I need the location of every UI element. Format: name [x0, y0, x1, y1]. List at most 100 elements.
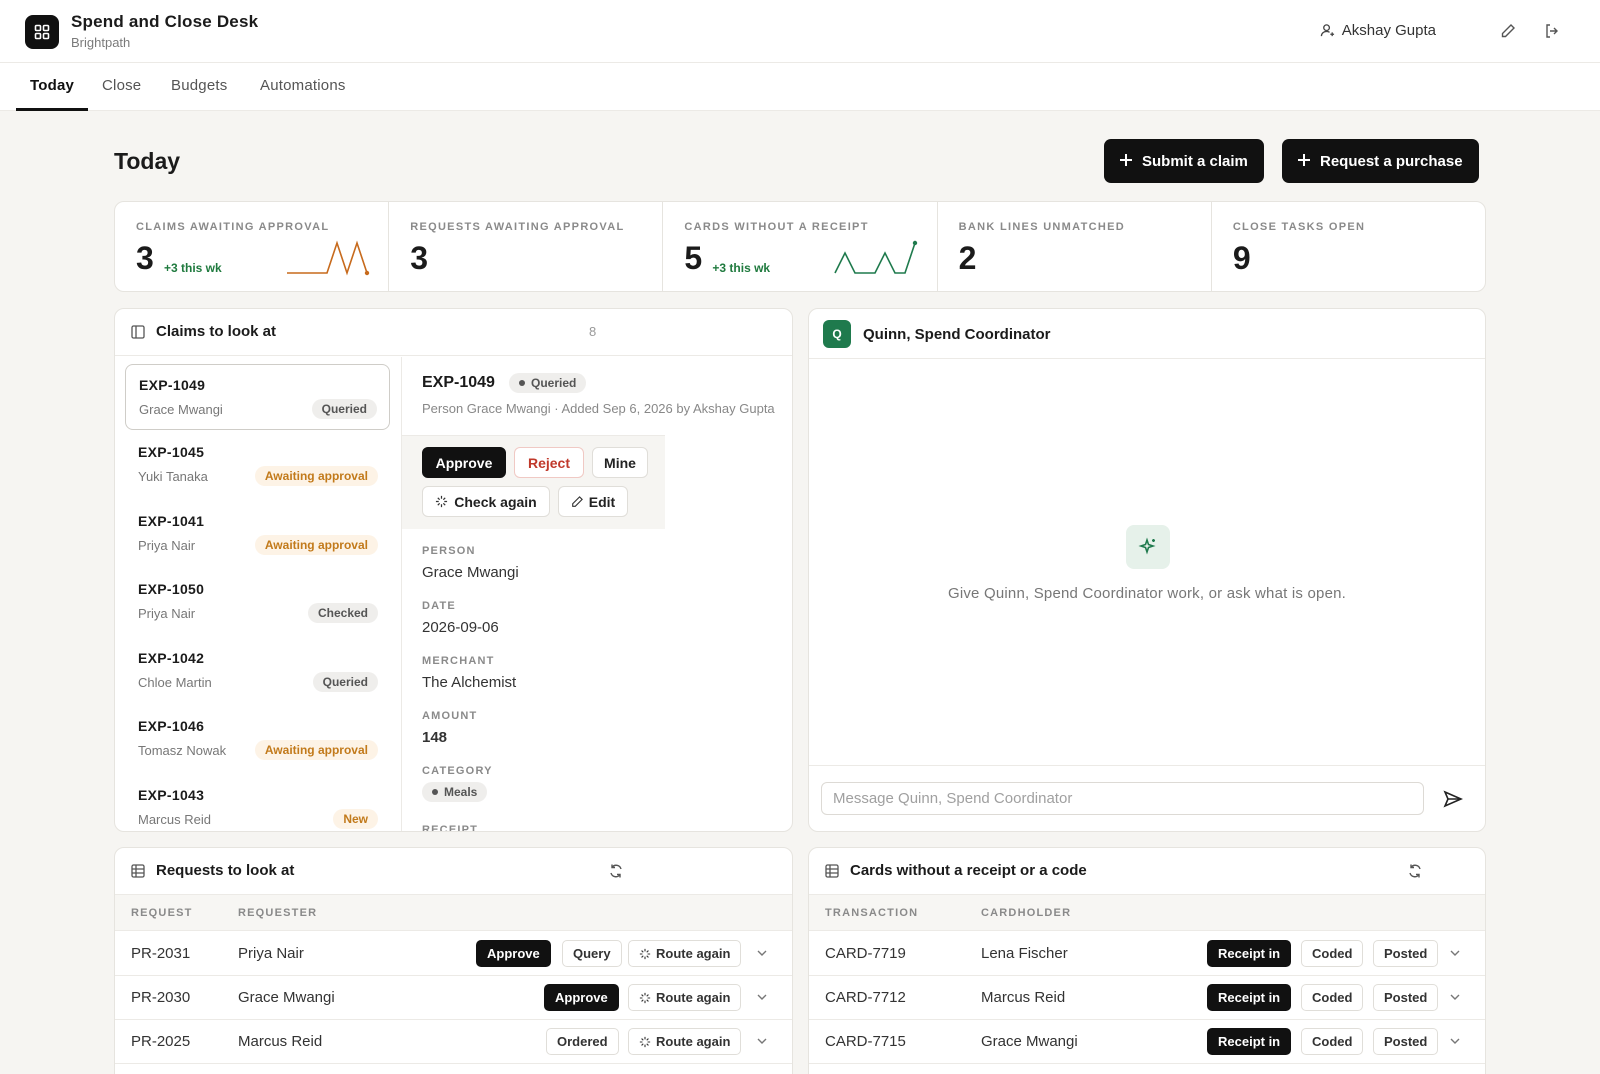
receipt-in-button[interactable]: Receipt in [1207, 1028, 1292, 1055]
kpi-label: CARDS WITHOUT A RECEIPT [684, 221, 869, 233]
claim-person: Tomasz Nowak [138, 743, 227, 758]
chevron-down-icon[interactable] [756, 947, 768, 959]
reject-button[interactable]: Reject [514, 447, 584, 478]
table-row[interactable]: CARD-7719 Lena Fischer Receipt in Coded … [809, 932, 1485, 976]
route-again-button[interactable]: Route again [628, 984, 742, 1011]
sparkline-end-dot [364, 270, 370, 276]
kpi-value: 2 [958, 240, 977, 276]
claim-id: EXP-1050 [138, 581, 205, 597]
claim-item[interactable]: EXP-1049 Grace Mwangi Queried [125, 364, 390, 430]
claims-count: 8 [589, 324, 597, 339]
status-badge: Queried [311, 399, 377, 419]
tab-today[interactable]: Today [30, 77, 74, 94]
claim-item[interactable]: EXP-1041 Priya Nair Awaiting approval [125, 501, 390, 567]
kpi-value: 3 [410, 240, 428, 276]
kpi-strip: CLAIMS AWAITING APPROVAL 3 +3 this wk RE… [114, 201, 1486, 292]
table-row[interactable]: PR-2031 Priya Nair Approve Query Route a… [115, 932, 792, 976]
cardholder-name: Grace Mwangi [981, 1033, 1078, 1050]
kpi-close-tasks-open[interactable]: CLOSE TASKS OPEN 9 [1212, 202, 1485, 291]
status-badge: Awaiting approval [254, 740, 378, 760]
user-menu[interactable]: Akshay Gupta [1320, 22, 1436, 39]
kpi-bank-lines-unmatched[interactable]: BANK LINES UNMATCHED 2 [938, 202, 1212, 291]
table-row[interactable]: PR-2030 Grace Mwangi Approve Route again [115, 976, 792, 1020]
claims-card-header: Claims to look at 8 [115, 309, 792, 356]
claim-item[interactable]: EXP-1042 Chloe Martin Queried [125, 638, 390, 704]
check-again-button[interactable]: Check again [422, 486, 550, 517]
claim-id: EXP-1045 [138, 444, 205, 460]
refresh-icon[interactable] [608, 863, 624, 879]
user-name: Akshay Gupta [1341, 22, 1436, 39]
chat-message-input[interactable] [821, 782, 1424, 815]
send-icon[interactable] [1443, 789, 1465, 811]
approve-button[interactable]: Approve [476, 940, 551, 967]
approve-button[interactable]: Approve [544, 984, 619, 1011]
main-tabs: Today Close Budgets Automations [0, 63, 1600, 111]
app-title: Spend and Close Desk [71, 12, 259, 31]
column-header: REQUEST [131, 907, 193, 919]
mine-button[interactable]: Mine [592, 447, 648, 478]
route-again-button[interactable]: Route again [628, 940, 742, 967]
posted-button[interactable]: Posted [1373, 984, 1439, 1011]
tab-close[interactable]: Close [102, 77, 141, 94]
chevron-down-icon[interactable] [756, 991, 768, 1003]
claim-item[interactable]: EXP-1043 Marcus Reid New [125, 775, 390, 831]
column-header: REQUESTER [238, 907, 318, 919]
approve-button[interactable]: Approve [422, 447, 506, 478]
chevron-down-icon[interactable] [756, 1035, 768, 1047]
kpi-cards-without-receipt[interactable]: CARDS WITHOUT A RECEIPT 5 +3 this wk [663, 202, 938, 291]
receipt-in-button[interactable]: Receipt in [1207, 984, 1292, 1011]
claim-person: Yuki Tanaka [138, 469, 208, 484]
table-row[interactable]: PR-2025 Marcus Reid Ordered Route again [115, 1020, 792, 1064]
requests-title: Requests to look at [156, 862, 295, 879]
sparkle-icon [639, 948, 651, 959]
posted-button[interactable]: Posted [1373, 1028, 1439, 1055]
posted-button[interactable]: Posted [1373, 940, 1439, 967]
kpi-requests-awaiting[interactable]: REQUESTS AWAITING APPROVAL 3 [389, 202, 664, 291]
request-id: PR-2025 [131, 1033, 191, 1050]
receipt-in-button[interactable]: Receipt in [1207, 940, 1292, 967]
field-label: PERSON [422, 545, 476, 557]
query-button[interactable]: Query [562, 940, 622, 967]
edit-icon[interactable] [1497, 20, 1519, 42]
claim-detail: EXP-1049 Queried Person Grace Mwangi · A… [401, 357, 792, 831]
page-title: Today [114, 148, 181, 174]
route-again-button[interactable]: Route again [628, 1028, 742, 1055]
edit-label: Edit [588, 493, 616, 510]
kpi-sparkline [287, 240, 370, 276]
claim-id: EXP-1046 [138, 718, 205, 734]
claim-item[interactable]: EXP-1050 Priya Nair Checked [125, 569, 390, 635]
refresh-icon[interactable] [1407, 863, 1423, 879]
request-purchase-button[interactable]: Request a purchase [1282, 139, 1479, 183]
claim-item[interactable]: EXP-1045 Yuki Tanaka Awaiting approval [125, 432, 390, 498]
chevron-down-icon[interactable] [1449, 947, 1461, 959]
chevron-down-icon[interactable] [1449, 1035, 1461, 1047]
status-badge: Queried [312, 672, 378, 692]
sparkle-icon [436, 495, 448, 508]
kpi-claims-awaiting[interactable]: CLAIMS AWAITING APPROVAL 3 +3 this wk [115, 202, 390, 291]
table-row[interactable]: CARD-7715 Grace Mwangi Receipt in Coded … [809, 1020, 1485, 1064]
pencil-icon [571, 495, 583, 507]
ordered-button[interactable]: Ordered [546, 1028, 619, 1055]
status-badge: Awaiting approval [254, 466, 378, 486]
submit-claim-button[interactable]: Submit a claim [1104, 139, 1264, 183]
claims-card: Claims to look at 8 EXP-1049 Grace Mwang… [114, 308, 793, 832]
kpi-value: 9 [1232, 240, 1251, 276]
coded-button[interactable]: Coded [1301, 1028, 1364, 1055]
edit-button[interactable]: Edit [558, 486, 628, 517]
requester-name: Marcus Reid [238, 1033, 323, 1050]
chevron-down-icon[interactable] [1449, 991, 1461, 1003]
active-tab-indicator [16, 108, 88, 111]
requester-name: Priya Nair [238, 945, 304, 962]
coded-button[interactable]: Coded [1301, 940, 1364, 967]
claim-item[interactable]: EXP-1046 Tomasz Nowak Awaiting approval [125, 706, 390, 772]
detail-meta: Person Grace Mwangi · Added Sep 6, 2026 … [422, 401, 775, 416]
app-logo-icon[interactable] [25, 15, 59, 49]
tab-budgets[interactable]: Budgets [171, 77, 227, 94]
table-row[interactable]: CARD-7712 Marcus Reid Receipt in Coded P… [809, 976, 1485, 1020]
cards-header: Cards without a receipt or a code [809, 848, 1485, 895]
coded-button[interactable]: Coded [1301, 984, 1364, 1011]
tab-automations[interactable]: Automations [260, 77, 346, 94]
field-value-merchant: The Alchemist [422, 674, 517, 691]
requests-header: Requests to look at [115, 848, 792, 895]
logout-icon[interactable] [1541, 20, 1563, 42]
